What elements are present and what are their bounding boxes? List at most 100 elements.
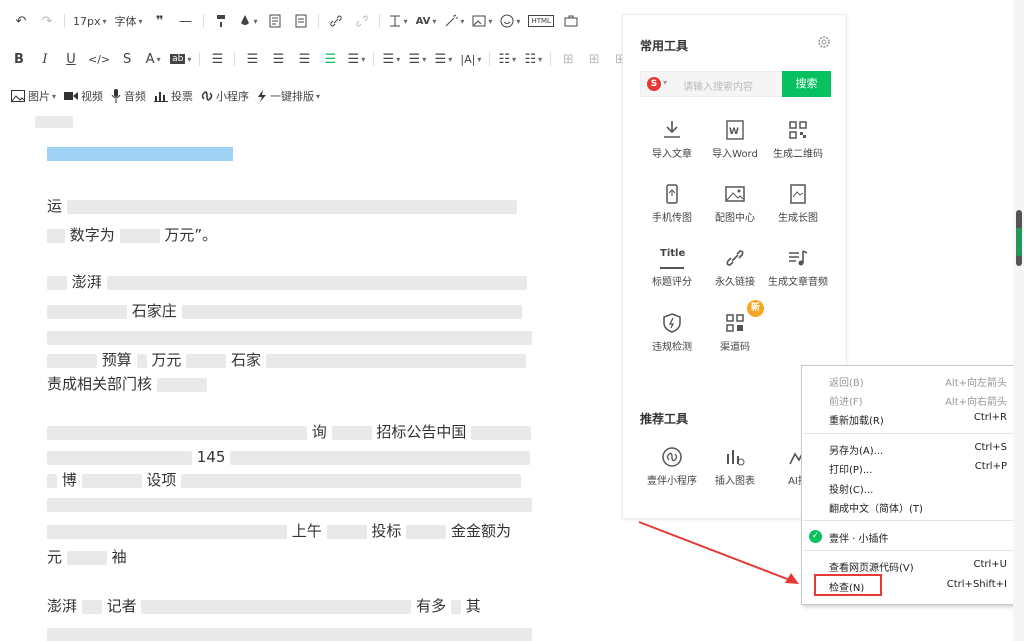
paragraph-2-line-2[interactable]: 石家庄 (47, 297, 532, 326)
menu-item-back[interactable]: 返回(B) Alt+向左箭头 (802, 371, 1024, 390)
font-family-select[interactable]: 字体 (115, 10, 143, 32)
menu-item-yiban-plugin[interactable]: ✓ 壹伴 · 小插件 ▶ (802, 527, 1024, 546)
settings-gear-icon[interactable] (817, 35, 831, 49)
tool-article-audio[interactable]: 生成文章音频 (763, 247, 833, 288)
background-color-select[interactable]: ab (170, 48, 191, 70)
context-menu: 返回(B) Alt+向左箭头 前进(F) Alt+向右箭头 重新加载(R) Ct… (801, 365, 1024, 605)
paragraph-before-icon[interactable]: ☰ (382, 48, 400, 70)
word-icon: W (726, 120, 744, 140)
paragraph-4-line-2[interactable] (47, 620, 532, 641)
font-color-select[interactable]: A (144, 48, 162, 70)
insert-video-button[interactable]: 视频 (64, 85, 103, 107)
bold-button[interactable]: B (10, 48, 28, 70)
menu-item-print[interactable]: 打印(P)... Ctrl+P (802, 458, 1024, 477)
paragraph-2[interactable]: 澎湃 (47, 268, 532, 297)
menu-item-translate[interactable]: 翻成中文（简体）(T) (802, 497, 1024, 516)
search-input[interactable]: 请输入搜索内容 (683, 78, 753, 93)
tool-mini-program[interactable]: 壹伴小程序 (637, 446, 707, 487)
tool-import-word[interactable]: W 导入Word (700, 119, 770, 160)
tool-long-image[interactable]: 生成长图 (763, 183, 833, 224)
menu-item-save-as[interactable]: 另存为(A)... Ctrl+S (802, 439, 1024, 458)
italic-button[interactable]: I (36, 48, 54, 70)
letter-spacing-select[interactable]: AV (416, 10, 437, 32)
menu-item-label: 重新加载(R) (829, 416, 884, 427)
check-circle-icon: ✓ (809, 530, 822, 543)
text-direction-icon[interactable]: |A| (460, 48, 481, 70)
document-icon[interactable] (292, 10, 310, 32)
insert-image-button[interactable]: 图片 (11, 85, 56, 107)
search-engine-icon[interactable]: S (647, 77, 661, 91)
blockquote-button[interactable]: ❞ (151, 10, 169, 32)
image-edit-icon[interactable] (472, 10, 492, 32)
highlighted-link[interactable] (47, 147, 233, 161)
scrollbar[interactable] (1013, 0, 1024, 641)
tool-permanent-link[interactable]: 永久链接 (700, 247, 770, 288)
tool-insert-chart[interactable]: 插入图表 (700, 446, 770, 487)
indent-icon[interactable]: ☰ (208, 48, 226, 70)
paragraph-after-icon[interactable]: ☰ (408, 48, 426, 70)
insert-miniprogram-button[interactable]: 小程序 (201, 85, 249, 107)
paragraph-3-line-4[interactable] (47, 490, 532, 519)
tool-phone-upload[interactable]: 手机传图 (637, 183, 707, 224)
strikethrough-button[interactable]: </> (88, 48, 110, 70)
scrollbar-marker (1016, 228, 1022, 256)
menu-item-cast[interactable]: 投射(C)... (802, 478, 1024, 497)
menu-item-reload[interactable]: 重新加载(R) Ctrl+R (802, 409, 1024, 428)
chart-icon (727, 450, 745, 466)
align-right-icon[interactable]: ☰ (295, 48, 313, 70)
unlink-button[interactable] (353, 10, 371, 32)
superscript-button[interactable]: S (118, 48, 136, 70)
paragraph-4[interactable]: 澎湃 记者 有多 其 (47, 592, 532, 621)
table-icon[interactable]: ⊞ (559, 48, 577, 70)
magic-wand-icon[interactable] (444, 10, 464, 32)
toolbar-row-2: B I U </> S A ab ☰ ☰ ☰ ☰ ☰ ☰ ☰ ☰ ☰ |A| ☷… (10, 46, 637, 72)
menu-item-view-source[interactable]: 查看网页源代码(V) Ctrl+U (802, 556, 1024, 575)
table-insert-icon[interactable]: ⊞ (585, 48, 603, 70)
tool-label: 标题评分 (652, 277, 692, 288)
paragraph-1[interactable]: 运 (47, 192, 532, 221)
underline-button[interactable]: U (62, 48, 80, 70)
tool-channel-code[interactable]: 渠道码 (700, 312, 770, 353)
tool-violation-check[interactable]: 违规检测 (637, 312, 707, 353)
chevron-down-icon[interactable]: ▾ (663, 78, 667, 87)
font-size-select[interactable]: 17px (73, 10, 107, 32)
emoji-icon[interactable] (500, 10, 520, 32)
menu-item-label: 投射(C)... (829, 485, 874, 496)
redo-button[interactable]: ↷ (38, 10, 56, 32)
briefcase-icon[interactable] (562, 10, 580, 32)
paragraph-indent-icon[interactable]: ☰ (434, 48, 452, 70)
horizontal-rule-button[interactable]: — (177, 10, 195, 32)
align-more-icon[interactable]: ☰ (347, 48, 365, 70)
qrcode-icon (789, 121, 807, 139)
insert-audio-button[interactable]: 音频 (111, 85, 146, 107)
undo-button[interactable]: ↶ (12, 10, 30, 32)
search-button[interactable]: 搜索 (782, 71, 831, 97)
tool-image-center[interactable]: 配图中心 (700, 183, 770, 224)
import-icon (664, 121, 680, 138)
menu-item-shortcut: Ctrl+R (973, 412, 1007, 423)
line-height-select[interactable] (388, 10, 408, 32)
one-click-layout-button[interactable]: 一键排版 (257, 85, 320, 107)
align-center-icon[interactable]: ☰ (269, 48, 287, 70)
menu-item-forward[interactable]: 前进(F) Alt+向右箭头 (802, 390, 1024, 409)
numbered-list-icon[interactable]: ☷ (524, 48, 542, 70)
align-justify-icon[interactable]: ☰ (321, 48, 339, 70)
paragraph-2-line-5[interactable]: 责成相关部门核 (47, 370, 532, 399)
menu-item-shortcut: Alt+向右箭头 (945, 397, 1007, 408)
tool-generate-qrcode[interactable]: 生成二维码 (763, 119, 833, 160)
bullet-list-icon[interactable]: ☷ (498, 48, 516, 70)
text-color-select[interactable] (238, 10, 258, 32)
html-icon[interactable]: HTML (528, 15, 554, 27)
align-left-icon[interactable]: ☰ (243, 48, 261, 70)
tool-title-score[interactable]: Title 标题评分 (637, 247, 707, 288)
mini-program-icon (662, 447, 682, 467)
paragraph-1-line-2[interactable]: 数字为 万元”。 (47, 221, 532, 250)
tool-import-article[interactable]: 导入文章 (637, 119, 707, 160)
paragraph-3-line-5[interactable]: 上午 投标 金金额为 (47, 517, 532, 546)
menu-item-label: 查看网页源代码(V) (829, 563, 914, 574)
insert-vote-button[interactable]: 投票 (154, 85, 193, 107)
paragraph-3-line-6[interactable]: 元 袖 (47, 543, 532, 572)
format-painter-icon[interactable] (212, 10, 230, 32)
link-button[interactable] (327, 10, 345, 32)
template-icon[interactable] (266, 10, 284, 32)
